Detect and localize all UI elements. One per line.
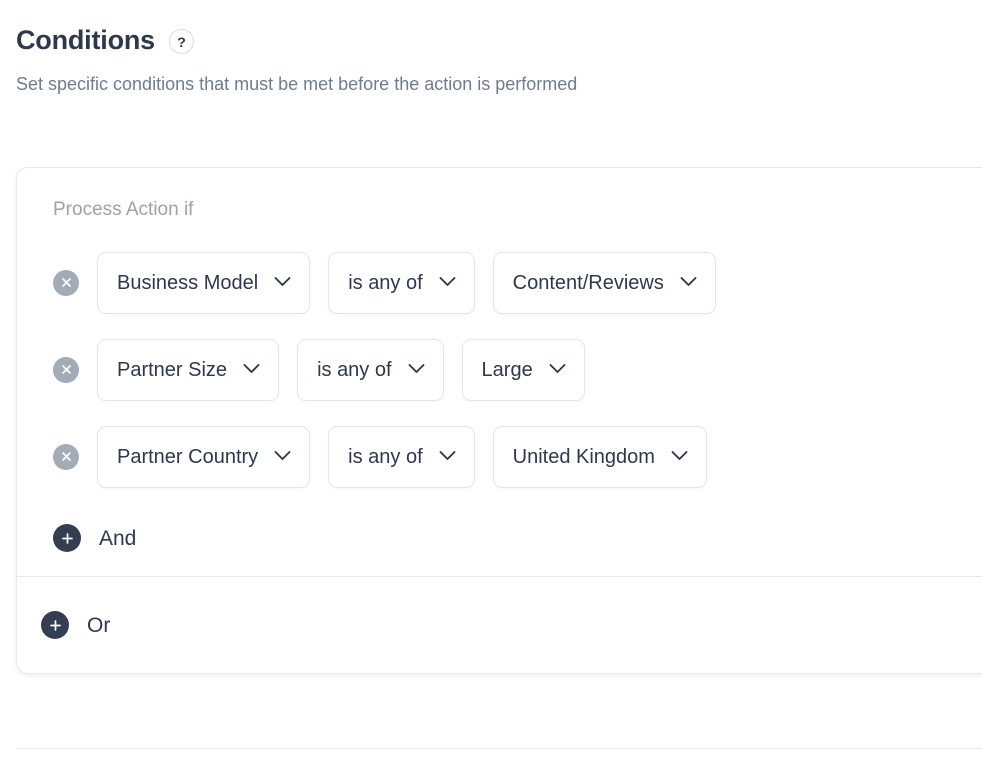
add-or-group-button[interactable]: Or	[41, 611, 110, 639]
condition-field-dropdown[interactable]: Business Model	[97, 251, 311, 314]
chevron-down-icon	[243, 361, 260, 379]
condition-operator-dropdown[interactable]: is any of	[328, 425, 475, 488]
close-icon	[60, 363, 73, 376]
help-icon[interactable]: ?	[168, 29, 194, 55]
condition-value-dropdown[interactable]: United Kingdom	[492, 425, 707, 488]
chevron-down-icon	[680, 274, 697, 292]
add-and-label: And	[99, 526, 137, 550]
page-title: Conditions	[16, 25, 155, 55]
condition-field-value: Business Model	[117, 271, 259, 294]
close-icon	[60, 276, 73, 289]
add-or-label: Or	[87, 613, 111, 637]
chevron-down-icon	[671, 448, 688, 466]
condition-operator-value: is any of	[348, 445, 423, 468]
page-header: Conditions ? Set specific conditions tha…	[16, 25, 956, 96]
close-icon	[60, 450, 73, 463]
remove-condition-button[interactable]	[53, 269, 79, 296]
condition-operator-value: is any of	[317, 358, 392, 381]
condition-operator-dropdown[interactable]: is any of	[297, 338, 444, 401]
condition-row: Business Model is any of Content/Reviews	[17, 239, 982, 326]
condition-field-dropdown[interactable]: Partner Country	[97, 425, 311, 488]
condition-operator-value: is any of	[348, 271, 423, 294]
plus-icon	[53, 524, 81, 552]
condition-field-value: Partner Country	[117, 445, 259, 468]
chevron-down-icon	[439, 274, 456, 292]
remove-condition-button[interactable]	[53, 356, 79, 383]
plus-icon	[41, 611, 69, 639]
chevron-down-icon	[549, 361, 566, 379]
condition-value-dropdown[interactable]: Large	[461, 338, 585, 401]
condition-field-value: Partner Size	[117, 358, 228, 381]
chevron-down-icon	[439, 448, 456, 466]
condition-row: Partner Country is any of United Kingdom	[17, 413, 982, 500]
chevron-down-icon	[274, 274, 291, 292]
conditions-page: Conditions ? Set specific conditions tha…	[0, 0, 982, 774]
condition-value-value: Large	[481, 358, 533, 381]
condition-group-card: Process Action if Business Model is any …	[16, 167, 982, 674]
add-and-row: And	[17, 500, 982, 576]
page-subtitle: Set specific conditions that must be met…	[16, 73, 578, 94]
chevron-down-icon	[274, 448, 291, 466]
condition-value-value: United Kingdom	[512, 445, 655, 468]
condition-rows: Business Model is any of Content/Reviews…	[17, 239, 982, 500]
add-or-row: Or	[17, 577, 982, 673]
condition-value-dropdown[interactable]: Content/Reviews	[492, 251, 716, 314]
condition-operator-dropdown[interactable]: is any of	[328, 251, 475, 314]
condition-group-body: Process Action if Business Model is any …	[17, 168, 982, 576]
chevron-down-icon	[408, 361, 425, 379]
add-and-condition-button[interactable]: And	[53, 524, 136, 552]
condition-group-label: Process Action if	[53, 199, 194, 220]
condition-value-value: Content/Reviews	[512, 271, 664, 294]
title-row: Conditions ?	[16, 25, 956, 56]
section-divider	[16, 748, 982, 749]
condition-row: Partner Size is any of Large	[17, 326, 982, 413]
condition-field-dropdown[interactable]: Partner Size	[97, 338, 280, 401]
remove-condition-button[interactable]	[53, 443, 79, 470]
